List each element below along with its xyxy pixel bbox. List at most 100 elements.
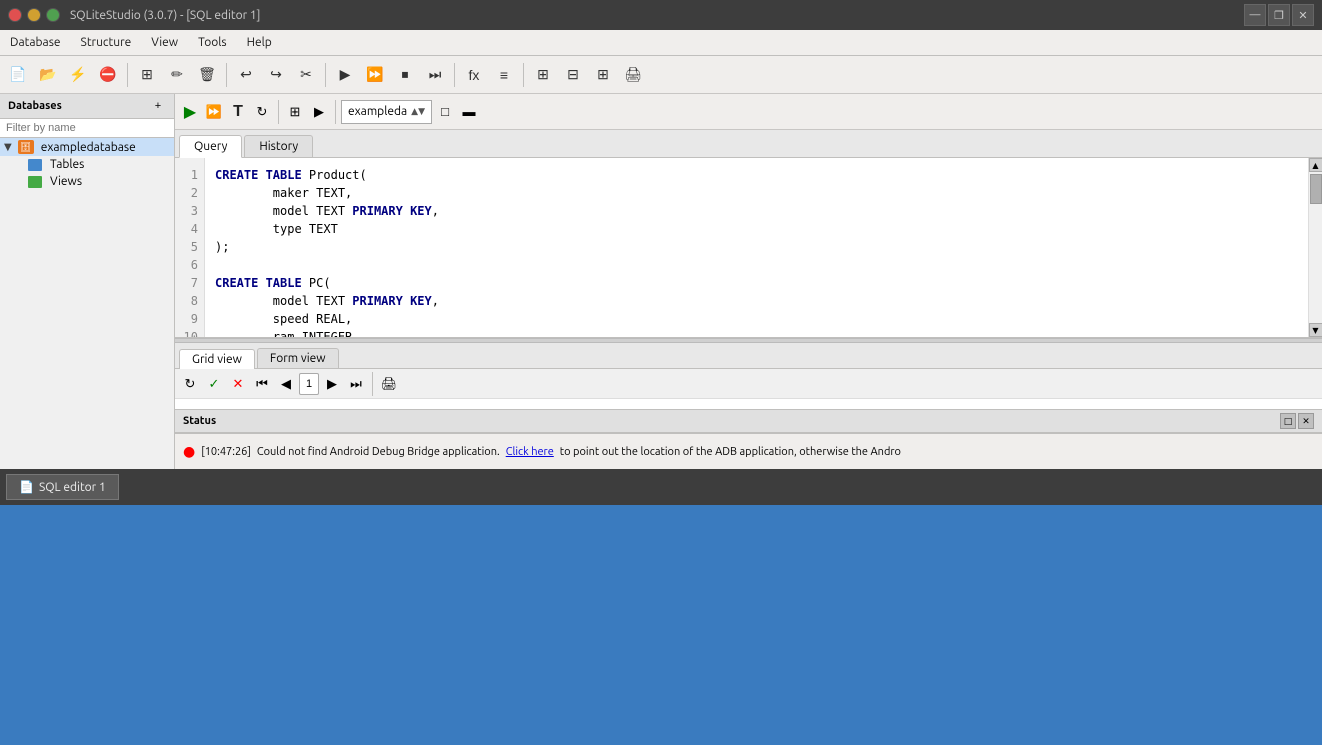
status-bar: ● [10:47:26] Could not find Android Debu… [175, 433, 1322, 469]
menu-structure[interactable]: Structure [71, 32, 142, 53]
status-section: Status □ ✕ ● [10:47:26] Could not find A… [175, 409, 1322, 469]
tab-query[interactable]: Query [179, 135, 242, 158]
result-body [175, 399, 1322, 409]
redo-btn[interactable]: ↪ [262, 61, 290, 89]
menu-database[interactable]: Database [0, 32, 71, 53]
stop-main-btn[interactable]: ⏹ [391, 61, 419, 89]
grid-view-btn[interactable]: ⊞ [284, 101, 306, 123]
sep3 [325, 63, 326, 87]
tab-history[interactable]: History [244, 135, 313, 157]
split-h-btn[interactable]: ⊟ [559, 61, 587, 89]
run-all-main-btn[interactable]: ⏭ [421, 61, 449, 89]
cut-btn[interactable]: ✂ [292, 61, 320, 89]
query-toolbar: ▶ ⏩ T ↻ ⊞ ▶ exampleda ▲▼ □ ▬ [175, 94, 1322, 130]
title-bar: SQLiteStudio (3.0.7) - [SQL editor 1] — … [0, 0, 1322, 30]
result-tab-grid[interactable]: Grid view [179, 349, 255, 369]
col-btn[interactable]: ≡ [490, 61, 518, 89]
tree-views-item[interactable]: Views [0, 173, 174, 190]
close-query-btn[interactable]: ▬ [458, 101, 480, 123]
split-v-btn[interactable]: ⊞ [589, 61, 617, 89]
tables-icon [28, 159, 42, 171]
scroll-up-btn[interactable]: ▲ [1309, 158, 1322, 172]
vertical-scrollbar[interactable]: ▲ ▼ [1308, 158, 1322, 337]
close-button[interactable] [8, 8, 22, 22]
run-btn[interactable]: ▶ [179, 101, 201, 123]
line-num-1: 1 [181, 166, 198, 184]
scroll-thumb[interactable] [1310, 174, 1322, 204]
window-action-buttons[interactable]: — ❐ ✕ [1244, 4, 1314, 26]
window-close-btn[interactable]: ✕ [1292, 4, 1314, 26]
fn-btn[interactable]: fx [460, 61, 488, 89]
line-num-6: 6 [181, 256, 198, 274]
undo-btn[interactable]: ↩ [232, 61, 260, 89]
run-step-main-btn[interactable]: ⏩ [361, 61, 389, 89]
table-add-btn[interactable]: ⊞ [133, 61, 161, 89]
sidebar: Databases + ▼ 🗄 exampledatabase Tables V… [0, 94, 175, 469]
result-panel: Grid view Form view ↻ ✓ ✕ ⏮ ◀ 1 ▶ ⏭ 🖨 [175, 343, 1322, 409]
status-error-icon: ● [183, 443, 195, 460]
status-controls: □ ✕ [1280, 413, 1314, 429]
line-num-3: 3 [181, 202, 198, 220]
result-prev-btn[interactable]: ◀ [275, 373, 297, 395]
result-export-btn[interactable]: 🖨 [378, 373, 400, 395]
scroll-down-btn[interactable]: ▼ [1309, 323, 1322, 337]
grid-btn[interactable]: ⊞ [529, 61, 557, 89]
window-controls[interactable] [8, 8, 60, 22]
menu-tools[interactable]: Tools [188, 32, 237, 53]
editor-and-results: ▶ ⏩ T ↻ ⊞ ▶ exampleda ▲▼ □ ▬ Query Histo… [175, 94, 1322, 469]
refresh-btn[interactable]: ↻ [251, 101, 273, 123]
result-check-btn[interactable]: ✓ [203, 373, 225, 395]
combo-arrow-icon: ▲▼ [411, 106, 425, 117]
add-database-btn[interactable]: + [150, 98, 166, 114]
line-num-8: 8 [181, 292, 198, 310]
views-label: Views [50, 175, 82, 188]
run-query-main-btn[interactable]: ▶ [331, 61, 359, 89]
database-name: exampledatabase [41, 141, 136, 154]
menu-view[interactable]: View [141, 32, 188, 53]
sep-r1 [372, 372, 373, 396]
line-num-2: 2 [181, 184, 198, 202]
show-query-btn[interactable]: □ [434, 101, 456, 123]
filter-input[interactable] [0, 119, 174, 138]
status-click-here-link[interactable]: Click here [506, 446, 554, 458]
sep4 [454, 63, 455, 87]
taskbar-sql-editor[interactable]: 📄 SQL editor 1 [6, 474, 119, 500]
edit-btn[interactable]: ✏ [163, 61, 191, 89]
status-restore-btn[interactable]: □ [1280, 413, 1296, 429]
window-restore-btn[interactable]: ❐ [1268, 4, 1290, 26]
line-num-7: 7 [181, 274, 198, 292]
minimize-button[interactable] [27, 8, 41, 22]
result-tab-form[interactable]: Form view [257, 348, 339, 368]
disconnect-btn[interactable]: ⛔ [94, 61, 122, 89]
connect-btn[interactable]: ⚡ [64, 61, 92, 89]
next-page-btn[interactable]: ▶ [308, 101, 330, 123]
result-last-btn[interactable]: ⏭ [345, 373, 367, 395]
new-file-btn[interactable]: 📄 [4, 61, 32, 89]
sql-editor: 1 2 3 4 5 6 7 8 9 10 CREATE TABLE Produc… [175, 158, 1322, 338]
window-title: SQLiteStudio (3.0.7) - [SQL editor 1] [70, 9, 260, 22]
result-first-btn[interactable]: ⏮ [251, 373, 273, 395]
maximize-button[interactable] [46, 8, 60, 22]
main-toolbar: 📄 📂 ⚡ ⛔ ⊞ ✏ 🗑 ↩ ↪ ✂ ▶ ⏩ ⏹ ⏭ fx ≡ ⊞ ⊟ ⊞ 🖨 [0, 56, 1322, 94]
window-minimize-btn[interactable]: — [1244, 4, 1266, 26]
run-step-btn[interactable]: ⏩ [203, 101, 225, 123]
code-editor[interactable]: CREATE TABLE Product( maker TEXT, model … [205, 158, 1308, 337]
menu-bar: Database Structure View Tools Help [0, 30, 1322, 56]
open-btn[interactable]: 📂 [34, 61, 62, 89]
new-query-btn[interactable]: T [227, 101, 249, 123]
databases-label: Databases [8, 100, 62, 112]
db-selector-value: exampleda [348, 105, 407, 118]
tree-database-item[interactable]: ▼ 🗄 exampledatabase [0, 138, 174, 156]
expand-icon: ▼ [4, 141, 12, 153]
tree-tables-item[interactable]: Tables [0, 156, 174, 173]
print-btn[interactable]: 🖨 [619, 61, 647, 89]
views-icon [28, 176, 42, 188]
db-selector[interactable]: exampleda ▲▼ [341, 100, 432, 124]
result-cross-btn[interactable]: ✕ [227, 373, 249, 395]
status-close-btn[interactable]: ✕ [1298, 413, 1314, 429]
delete-btn[interactable]: 🗑 [193, 61, 221, 89]
menu-help[interactable]: Help [237, 32, 282, 53]
sep2 [226, 63, 227, 87]
result-next-btn[interactable]: ▶ [321, 373, 343, 395]
result-refresh-btn[interactable]: ↻ [179, 373, 201, 395]
